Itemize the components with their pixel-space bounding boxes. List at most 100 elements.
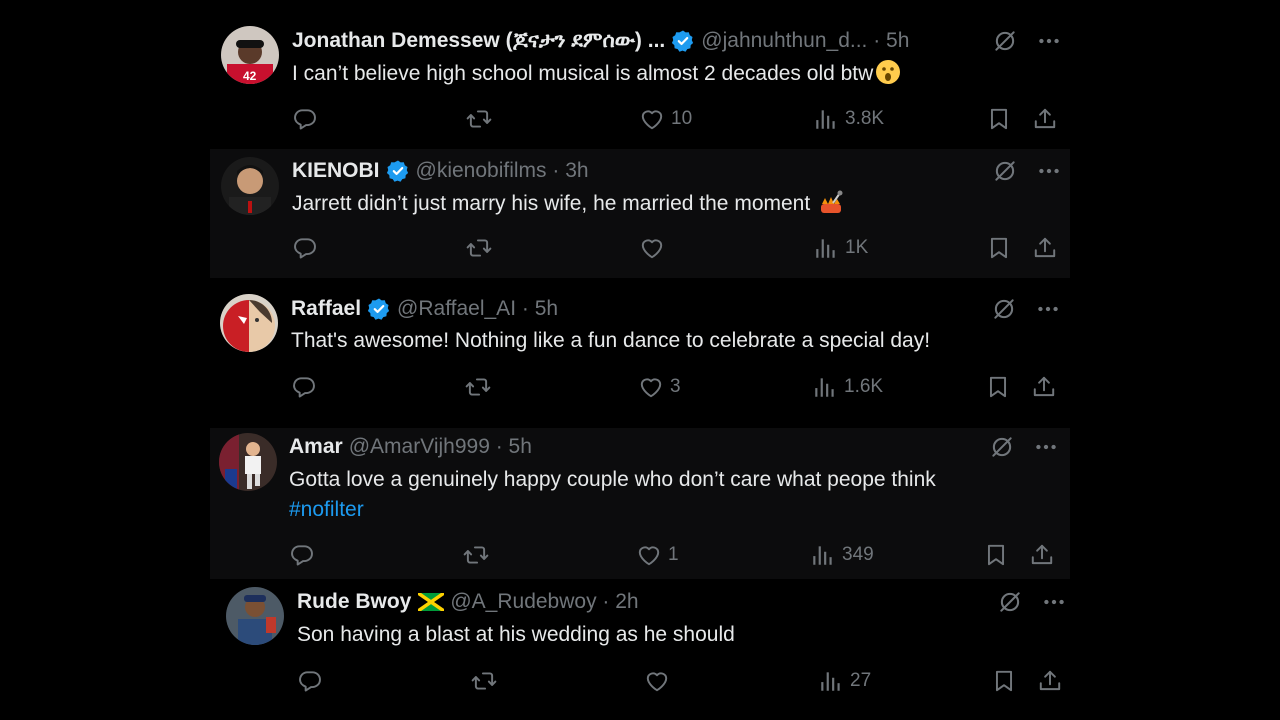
tweet-actions: 3 1.6K bbox=[291, 374, 1061, 404]
more-icon[interactable] bbox=[1036, 158, 1062, 184]
tweet-text: Son having a blast at his wedding as he … bbox=[297, 620, 735, 650]
bookmark-icon bbox=[986, 106, 1012, 132]
views-icon bbox=[818, 668, 844, 694]
like-button[interactable]: 3 bbox=[638, 374, 681, 400]
views-button[interactable]: 27 bbox=[818, 668, 871, 694]
verified-badge-icon bbox=[386, 159, 410, 183]
grok-icon[interactable] bbox=[992, 158, 1018, 184]
share-button[interactable] bbox=[1031, 374, 1057, 400]
share-icon bbox=[1037, 668, 1063, 694]
bookmark-button[interactable] bbox=[985, 374, 1011, 400]
reply-feed: 42 Jonathan Demessew (ጆናታን ደምሰው) ... @ja… bbox=[210, 0, 1070, 720]
tweet-header: Rude Bwoy @A_Rudebwoy · 2h bbox=[297, 589, 639, 615]
share-icon bbox=[1031, 374, 1057, 400]
share-button[interactable] bbox=[1032, 235, 1058, 261]
astonished-face-emoji-icon bbox=[876, 60, 901, 84]
reply-button[interactable] bbox=[297, 668, 329, 694]
reply-button[interactable] bbox=[292, 106, 324, 132]
view-count: 349 bbox=[842, 544, 874, 565]
avatar[interactable] bbox=[220, 294, 278, 352]
grok-icon[interactable] bbox=[991, 296, 1017, 322]
tweet-amar[interactable]: Amar @AmarVijh999 · 5h Gotta love a genu… bbox=[210, 428, 1070, 579]
display-name[interactable]: Raffael bbox=[291, 296, 361, 322]
more-icon[interactable] bbox=[1036, 28, 1062, 54]
like-button[interactable] bbox=[644, 668, 676, 694]
handle-and-time[interactable]: @AmarVijh999 · 5h bbox=[349, 434, 532, 460]
bookmark-button[interactable] bbox=[986, 106, 1012, 132]
views-button[interactable]: 1.6K bbox=[812, 374, 883, 400]
view-count: 3.8K bbox=[845, 108, 885, 129]
retweet-button[interactable] bbox=[465, 374, 497, 400]
jamaica-flag-icon bbox=[418, 593, 445, 611]
avatar[interactable]: 42 bbox=[221, 26, 279, 84]
retweet-button[interactable] bbox=[466, 106, 498, 132]
bookmark-button[interactable] bbox=[986, 235, 1012, 261]
tweet-kienobi[interactable]: KIENOBI @kienobifilms · 3h Jarrett didn’… bbox=[210, 149, 1070, 278]
tweet-jonathan[interactable]: 42 Jonathan Demessew (ጆናታን ደምሰው) ... @ja… bbox=[210, 0, 1070, 148]
more-icon[interactable] bbox=[1041, 589, 1067, 615]
views-button[interactable]: 3.8K bbox=[813, 106, 884, 132]
hashtag-link[interactable]: #nofilter bbox=[289, 495, 936, 525]
like-count: 1 bbox=[668, 544, 679, 565]
tweet-rude-bwoy[interactable]: Rude Bwoy @A_Rudebwoy · 2h Son having a … bbox=[210, 580, 1070, 720]
share-button[interactable] bbox=[1037, 668, 1063, 694]
tweet-actions: 27 bbox=[297, 668, 1067, 698]
retweet-button[interactable] bbox=[463, 542, 495, 568]
avatar[interactable] bbox=[226, 587, 284, 645]
bookmark-button[interactable] bbox=[991, 668, 1017, 694]
share-button[interactable] bbox=[1029, 542, 1055, 568]
grok-icon[interactable] bbox=[997, 589, 1023, 615]
retweet-button[interactable] bbox=[471, 668, 503, 694]
like-count: 3 bbox=[670, 376, 681, 397]
tweet-header: Jonathan Demessew (ጆናታን ደምሰው) ... @jahnu… bbox=[292, 28, 909, 54]
svg-text:42: 42 bbox=[243, 69, 257, 83]
retweet-button[interactable] bbox=[466, 235, 498, 261]
tweet-raffael[interactable]: Raffael @Raffael_AI · 5h That's awesome!… bbox=[210, 279, 1070, 427]
handle-and-time[interactable]: @Raffael_AI · 5h bbox=[397, 296, 558, 322]
tweet-text-content: Gotta love a genuinely happy couple who … bbox=[289, 468, 936, 491]
like-count: 10 bbox=[671, 108, 693, 129]
tweet-actions: 10 3.8K bbox=[292, 106, 1062, 136]
like-button[interactable]: 1 bbox=[636, 542, 679, 568]
tweet-text: I can’t believe high school musical is a… bbox=[292, 59, 901, 89]
views-button[interactable]: 1K bbox=[813, 235, 868, 261]
bookmark-button[interactable] bbox=[983, 542, 1009, 568]
share-icon bbox=[1029, 542, 1055, 568]
grok-icon[interactable] bbox=[992, 28, 1018, 54]
handle-and-time[interactable]: @jahnuhthun_d... · 5h bbox=[701, 28, 909, 54]
reply-icon bbox=[297, 668, 323, 694]
reply-icon bbox=[292, 106, 318, 132]
like-button[interactable] bbox=[639, 235, 671, 261]
avatar[interactable] bbox=[221, 157, 279, 215]
bookmark-icon bbox=[986, 235, 1012, 261]
display-name[interactable]: Jonathan Demessew (ጆናታን ደምሰው) ... bbox=[292, 28, 665, 54]
views-icon bbox=[813, 235, 839, 261]
bookmark-icon bbox=[991, 668, 1017, 694]
display-name[interactable]: KIENOBI bbox=[292, 158, 380, 184]
avatar[interactable] bbox=[219, 433, 277, 491]
display-name[interactable]: Amar bbox=[289, 434, 343, 460]
views-button[interactable]: 349 bbox=[810, 542, 874, 568]
reply-button[interactable] bbox=[292, 235, 324, 261]
tweet-top-actions bbox=[997, 589, 1067, 615]
display-name[interactable]: Rude Bwoy bbox=[297, 589, 411, 615]
more-icon[interactable] bbox=[1035, 296, 1061, 322]
retweet-icon bbox=[466, 106, 492, 132]
grok-icon[interactable] bbox=[989, 434, 1015, 460]
tweet-top-actions bbox=[989, 434, 1059, 460]
more-icon[interactable] bbox=[1033, 434, 1059, 460]
retweet-icon bbox=[471, 668, 497, 694]
heart-icon bbox=[636, 542, 662, 568]
retweet-icon bbox=[465, 374, 491, 400]
share-button[interactable] bbox=[1032, 106, 1058, 132]
tweet-text: Gotta love a genuinely happy couple who … bbox=[289, 465, 936, 525]
like-button[interactable]: 10 bbox=[639, 106, 692, 132]
reply-button[interactable] bbox=[291, 374, 323, 400]
reply-button[interactable] bbox=[289, 542, 321, 568]
tweet-text-content: Jarrett didn’t just marry his wife, he m… bbox=[292, 192, 811, 215]
reply-icon bbox=[291, 374, 317, 400]
handle-and-time[interactable]: @A_Rudebwoy · 2h bbox=[450, 589, 638, 615]
singer-hands-emoji-icon bbox=[821, 190, 843, 213]
handle-and-time[interactable]: @kienobifilms · 3h bbox=[416, 158, 589, 184]
views-icon bbox=[810, 542, 836, 568]
